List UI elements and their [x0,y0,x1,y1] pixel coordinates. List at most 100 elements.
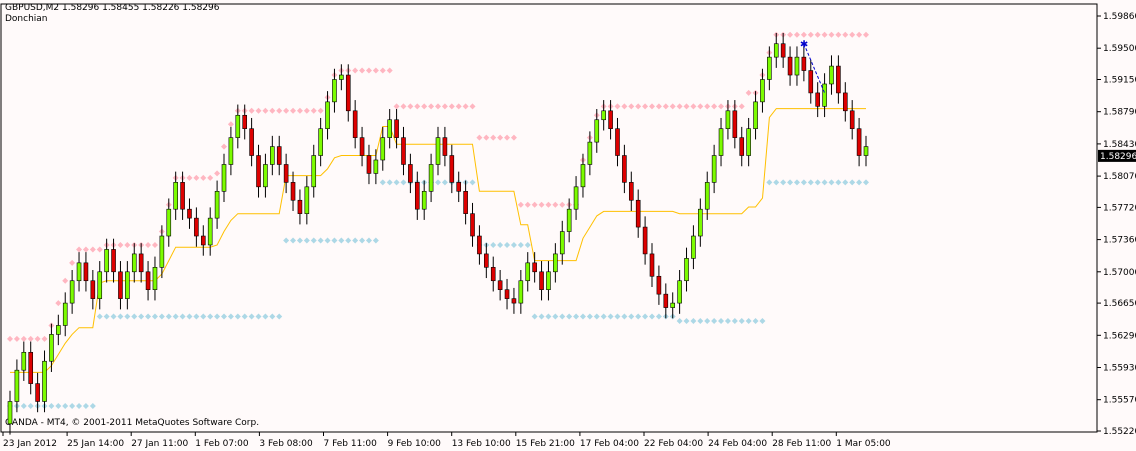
donchian-upper-marker [393,103,400,110]
bear-candle [442,137,448,156]
donchian-upper-marker [414,103,421,110]
bull-candle [421,191,427,210]
bull-candle [207,217,213,246]
plot-frame [0,3,1098,433]
donchian-lower-marker [193,313,200,320]
donchian-upper-marker [490,134,497,141]
bull-candle [518,280,524,304]
bull-candle [546,271,551,290]
bull-candle [318,128,323,156]
bear-candle [477,235,482,255]
bear-candle [787,56,793,76]
bull-candle [56,325,61,335]
bull-candle [573,186,579,210]
y-tick-label: 1.58070 [1103,172,1136,182]
bull-candle [559,231,565,255]
donchian-upper-marker [386,67,393,74]
bull-candle [270,146,275,165]
donchian-upper-marker [787,31,794,38]
donchian-upper-marker [476,134,483,141]
donchian-lower-marker [186,313,193,320]
bear-candle [470,213,475,237]
donchian-lower-marker [490,241,497,248]
donchian-lower-marker [835,179,842,186]
donchian-lower-marker [255,313,262,320]
donchian-lower-marker [62,402,69,409]
donchian-upper-marker [62,277,69,284]
bear-candle [138,253,144,273]
donchian-lower-marker [731,317,738,324]
x-tick-label: 13 Feb 10:00 [452,439,511,449]
donchian-lower-marker [614,313,621,320]
x-tick-label: 28 Feb 11:00 [772,439,831,449]
donchian-lower-marker [20,402,27,409]
donchian-lower-marker [359,237,366,244]
bear-candle [808,70,814,94]
donchian-lower-marker [800,179,807,186]
donchian-upper-marker [248,107,255,114]
bull-candle [753,101,758,129]
bear-candle [635,199,641,228]
bull-candle [325,101,330,129]
bear-candle [187,208,192,219]
bull-candle [125,271,130,299]
bull-candle [794,56,800,76]
donchian-upper-marker [372,67,379,74]
donchian-lower-marker [317,237,324,244]
donchian-upper-marker [800,31,807,38]
bull-candle [62,302,68,326]
donchian-upper-marker [863,31,869,38]
y-tick-label: 1.59150 [1103,76,1136,86]
bull-candle [228,137,234,165]
bear-candle [484,253,489,268]
donchian-upper-marker [310,107,317,114]
donchian-lower-marker [248,313,255,320]
bull-candle [263,164,268,188]
donchian-upper-marker [524,201,531,208]
bear-candle [118,271,123,299]
donchian-upper-marker [317,107,324,114]
donchian-upper-marker [469,103,476,110]
x-tick-label: 15 Feb 21:00 [516,439,575,449]
bull-candle [863,146,869,156]
bull-candle [566,208,572,232]
bull-candle [76,262,82,282]
donchian-lower-marker [814,179,821,186]
donchian-upper-marker [559,201,566,208]
bear-candle [656,275,662,295]
bear-candle [249,128,254,156]
bull-candle [767,56,772,80]
donchian-upper-marker [283,107,290,114]
bear-candle [145,271,151,290]
y-tick-label: 1.57720 [1103,203,1136,213]
bear-candle [663,293,669,308]
bear-candle [649,253,655,277]
x-tick-label: 25 Jan 14:00 [67,439,124,449]
bear-candle [35,383,40,402]
donchian-lower-marker [718,317,725,324]
bull-candle [587,141,593,165]
donchian-lower-marker [849,179,856,186]
bull-candle [380,137,386,161]
donchian-lower-marker [856,179,863,186]
donchian-upper-marker [13,335,20,342]
y-tick-label: 1.58430 [1103,140,1136,150]
donchian-upper-marker [421,103,428,110]
y-tick-label: 1.57000 [1103,268,1136,278]
donchian-upper-marker [352,67,359,74]
bull-candle [339,74,344,80]
donchian-lower-marker [379,179,386,186]
donchian-lower-marker [76,402,83,409]
x-tick-label: 3 Feb 08:00 [259,439,313,449]
donchian-upper-marker [531,201,538,208]
y-tick-label: 1.56650 [1103,299,1136,309]
bull-candle [221,164,227,192]
donchian-lower-marker [711,317,718,324]
bear-candle [532,262,537,273]
bull-candle [173,182,178,210]
bull-candle [387,119,392,138]
bear-candle [463,191,468,214]
chart-window[interactable]: GBPUSD,M2 1.58296 1.58455 1.58226 1.5829… [0,0,1136,451]
donchian-upper-marker [441,103,448,110]
donchian-upper-marker [435,103,441,110]
